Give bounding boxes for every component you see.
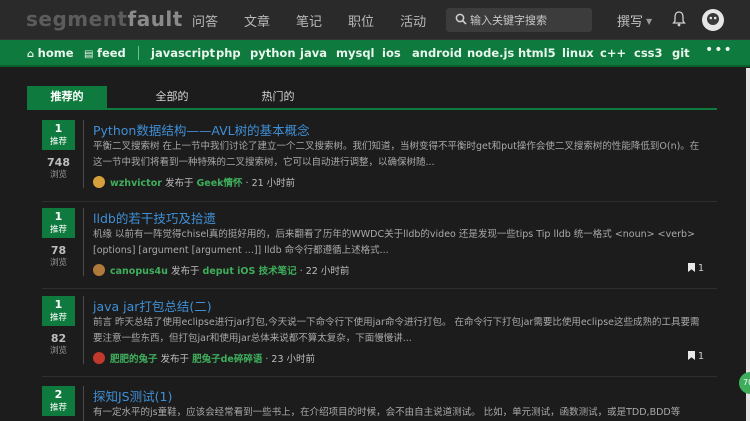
search-icon: [455, 13, 467, 25]
tab-recommended[interactable]: 推荐的: [27, 86, 107, 108]
tag-item[interactable]: html5: [518, 46, 556, 60]
write-menu-button[interactable]: 撰写 ▼: [617, 11, 652, 30]
post-item: 1 推荐 78 浏览 lldb的若干技巧及拾遗 机缘 以前有一阵觉得chisel真的…: [42, 208, 707, 286]
tag-feed[interactable]: ▤ feed: [84, 46, 126, 60]
tab-all[interactable]: 全部的: [132, 86, 212, 108]
vote-badge[interactable]: 1 推荐: [42, 208, 75, 238]
nav-qa[interactable]: 问答: [192, 11, 218, 30]
tag-bar: ⌂ home ▤ feed javascript php python java…: [0, 40, 750, 67]
tag-item[interactable]: android: [412, 46, 462, 60]
nav-events[interactable]: 活动: [400, 11, 426, 30]
scrollbar[interactable]: [746, 68, 750, 421]
vote-badge[interactable]: 2 推荐: [42, 386, 75, 416]
author-avatar[interactable]: [93, 352, 105, 364]
divider: [83, 120, 84, 188]
bookmark-count[interactable]: 1: [688, 351, 704, 362]
author-avatar[interactable]: [93, 264, 105, 276]
tag-item[interactable]: java: [300, 46, 327, 60]
author-link[interactable]: wzhvictor: [110, 178, 162, 189]
post-title[interactable]: 探知JS测试(1): [93, 386, 172, 405]
tag-item[interactable]: node.js: [467, 46, 514, 60]
tag-item[interactable]: ios: [382, 46, 401, 60]
post-item: 1 推荐 82 浏览 java jar打包总结(二) 前言 昨天总结了使用eclip…: [42, 296, 707, 374]
search-box: [446, 8, 592, 32]
author-link[interactable]: canopus4u: [110, 266, 168, 277]
bell-icon[interactable]: [672, 11, 686, 27]
post-excerpt: 平衡二叉搜索树 在上一节中我们讨论了建立一个二叉搜索树。我们知道，当树变得不平衡…: [93, 141, 700, 168]
view-count: 748 浏览: [47, 156, 70, 180]
more-tags-button[interactable]: •••: [705, 42, 733, 58]
post-meta: canopus4u 发布于 deput iOS 技术笔记 · 22 小时前: [93, 263, 349, 277]
row-divider: [42, 376, 717, 377]
bookmark-count[interactable]: 1: [688, 263, 704, 274]
row-divider: [42, 288, 717, 289]
tagbar-divider: [138, 46, 139, 60]
post-meta: wzhvictor 发布于 Geek情怀 · 21 小时前: [93, 175, 295, 189]
post-excerpt: 机缘 以前有一阵觉得chisel真的挺好用的，后来翻看了历年的WWDC关于lld…: [93, 229, 695, 256]
vote-badge[interactable]: 1 推荐: [42, 120, 75, 150]
column-link[interactable]: 肥兔子de碎碎语: [192, 354, 262, 365]
site-logo[interactable]: segmentfault: [26, 7, 183, 31]
post-title[interactable]: Python数据结构——AVL树的基本概念: [93, 120, 310, 139]
post-item: 2 推荐 探知JS测试(1) 有一定水平的js童鞋，应该会经常看到一些书上，在介绍…: [42, 386, 707, 421]
tag-item[interactable]: linux: [562, 46, 594, 60]
divider: [83, 296, 84, 364]
tab-hot[interactable]: 热门的: [238, 86, 318, 108]
author-avatar[interactable]: [93, 176, 105, 188]
home-icon: ⌂: [27, 49, 38, 60]
user-avatar[interactable]: [702, 9, 724, 31]
post-title[interactable]: java jar打包总结(二): [93, 296, 212, 315]
row-divider: [42, 201, 717, 202]
post-excerpt: 有一定水平的js童鞋，应该会经常看到一些书上，在介绍项目的时候，会不由自主说道测…: [93, 407, 681, 418]
vote-badge[interactable]: 1 推荐: [42, 296, 75, 326]
post-title[interactable]: lldb的若干技巧及拾遗: [93, 208, 216, 227]
tag-item[interactable]: javascript: [151, 46, 215, 60]
floating-badge[interactable]: 70: [739, 372, 750, 394]
avatar-face-icon: [703, 10, 723, 30]
divider: [83, 386, 84, 421]
chevron-down-icon: ▼: [646, 17, 653, 26]
tag-item[interactable]: php: [216, 46, 241, 60]
bookmark-icon: [688, 263, 695, 272]
tag-item[interactable]: python: [250, 46, 296, 60]
top-navbar: segmentfault 问答 文章 笔记 职位 活动 撰写▼: [0, 0, 750, 40]
bookmark-icon: [688, 351, 695, 360]
tag-home[interactable]: ⌂ home: [27, 46, 74, 60]
author-link[interactable]: 肥肥的兔子: [110, 354, 158, 365]
feed-icon: ▤: [84, 49, 97, 60]
post-item: 1 推荐 748 浏览 Python数据结构——AVL树的基本概念 平衡二叉搜索树 …: [42, 120, 707, 198]
divider: [83, 208, 84, 276]
search-input[interactable]: [470, 8, 588, 32]
tag-item[interactable]: c++: [600, 46, 626, 60]
tag-item[interactable]: git: [672, 46, 690, 60]
post-excerpt: 前言 昨天总结了使用eclipse进行jar打包,今天说一下命令行下使用jar命…: [93, 317, 700, 344]
view-count: 82 浏览: [49, 332, 67, 356]
main-nav: 问答 文章 笔记 职位 活动: [192, 11, 452, 30]
post-meta: 肥肥的兔子 发布于 肥兔子de碎碎语 · 23 小时前: [93, 351, 315, 365]
tag-item[interactable]: mysql: [336, 46, 375, 60]
nav-jobs[interactable]: 职位: [348, 11, 374, 30]
column-link[interactable]: Geek情怀: [196, 178, 242, 189]
nav-notes[interactable]: 笔记: [296, 11, 322, 30]
nav-articles[interactable]: 文章: [244, 11, 270, 30]
feed-tabs: 推荐的 全部的 热门的: [27, 86, 717, 110]
column-link[interactable]: deput iOS 技术笔记: [203, 266, 297, 277]
tag-item[interactable]: css3: [634, 46, 663, 60]
view-count: 78 浏览: [49, 244, 67, 268]
